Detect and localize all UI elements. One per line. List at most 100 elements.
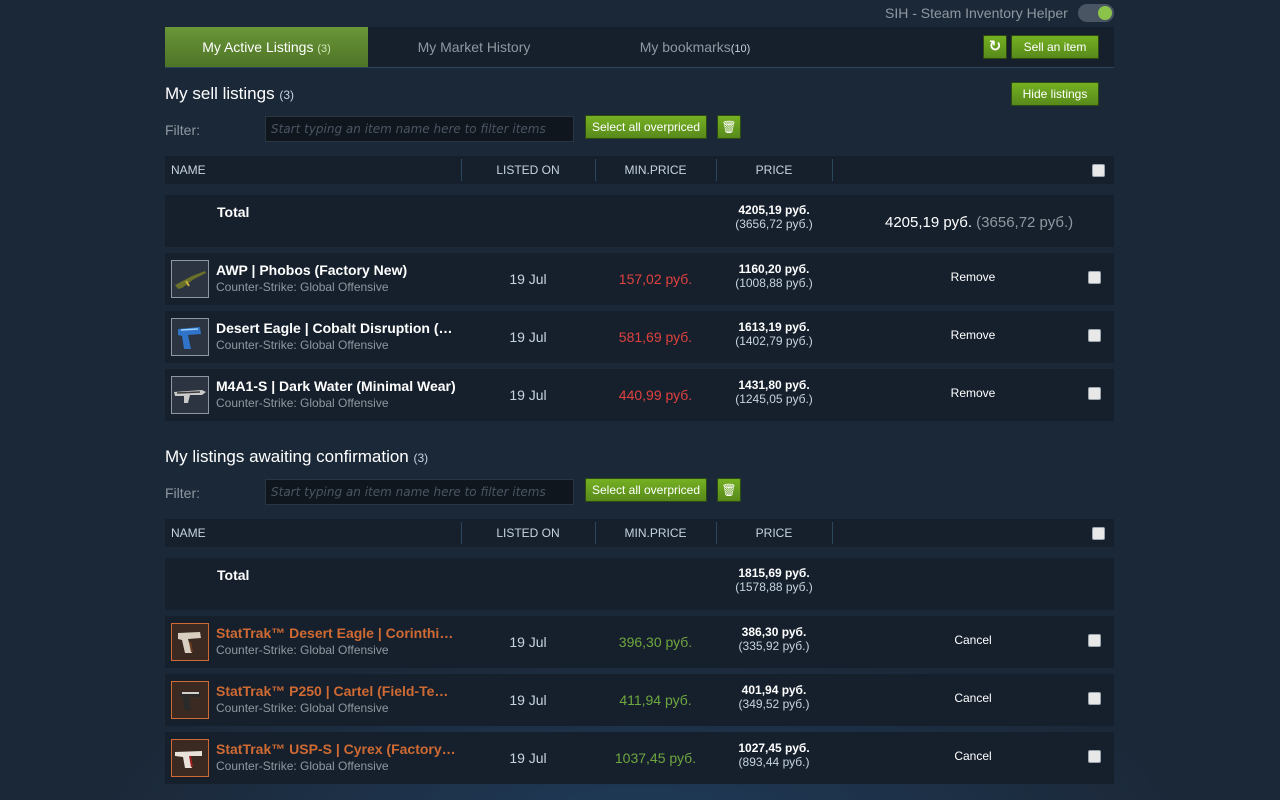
remove-button[interactable]: Remove — [925, 328, 1021, 342]
total-price-sub: (1578,88 руб.) — [735, 580, 813, 594]
tab-active-listings[interactable]: My Active Listings (3) — [165, 27, 368, 67]
row-checkbox[interactable] — [1088, 271, 1101, 284]
p250-icon — [180, 692, 200, 710]
toggle-knob — [1098, 6, 1112, 20]
listing-row: StatTrak™ Desert Eagle | Corinthian (Fie… — [165, 616, 1114, 668]
item-thumbnail[interactable] — [171, 681, 209, 719]
tab-market-history[interactable]: My Market History — [374, 27, 574, 67]
sell-section-title: My sell listings (3) — [165, 84, 294, 104]
listing-row: M4A1-S | Dark Water (Minimal Wear) Count… — [165, 369, 1114, 421]
min-price: 581,69 руб. — [618, 329, 693, 345]
item-name[interactable]: StatTrak™ P250 | Cartel (Field-Tested) — [216, 683, 456, 699]
section-count: (3) — [279, 88, 294, 102]
confirm-table-header: NAME LISTED ON MIN.PRICE PRICE — [165, 519, 1114, 547]
listing-row: StatTrak™ USP-S | Cyrex (Factory New) Co… — [165, 732, 1114, 784]
total-label: Total — [217, 204, 250, 220]
select-overpriced-button[interactable]: Select all overpriced — [585, 115, 707, 139]
total-row: Total 4205,19 руб. (3656,72 руб.) 4205,1… — [165, 195, 1114, 247]
tab-label: My Market History — [417, 39, 531, 55]
cancel-button[interactable]: Cancel — [925, 633, 1021, 647]
cancel-button[interactable]: Cancel — [925, 691, 1021, 705]
item-name[interactable]: Desert Eagle | Cobalt Disruption (Factor… — [216, 320, 456, 336]
listing-row: AWP | Phobos (Factory New) Counter-Strik… — [165, 253, 1114, 305]
total-summary-sub: (3656,72 руб.) — [976, 214, 1074, 231]
min-price: 1037,45 руб. — [614, 750, 697, 766]
min-price: 411,94 руб. — [619, 692, 692, 708]
tab-count: (10) — [730, 43, 751, 55]
listed-date: 19 Jul — [509, 634, 547, 650]
sih-label: SIH - Steam Inventory Helper — [885, 5, 1068, 21]
sih-toggle[interactable] — [1078, 4, 1114, 22]
listing-row: Desert Eagle | Cobalt Disruption (Factor… — [165, 311, 1114, 363]
total-price-sub: (3656,72 руб.) — [735, 217, 813, 231]
row-checkbox[interactable] — [1088, 329, 1101, 342]
listed-date: 19 Jul — [509, 271, 547, 287]
trash-icon: 🗑 — [721, 483, 737, 497]
desert-eagle-icon — [178, 632, 201, 653]
item-game: Counter-Strike: Global Offensive — [216, 280, 389, 294]
confirm-filter-input[interactable] — [265, 479, 574, 505]
listed-date: 19 Jul — [509, 329, 547, 345]
section-title-text: My listings awaiting confirmation — [165, 447, 409, 466]
sell-filter-input[interactable] — [265, 116, 574, 142]
col-price: PRICE — [755, 163, 793, 177]
item-price: 1613,19 руб. — [738, 320, 810, 334]
total-price: 1815,69 руб. — [738, 566, 810, 580]
total-price: 4205,19 руб. — [738, 203, 810, 217]
listing-row: StatTrak™ P250 | Cartel (Field-Tested) C… — [165, 674, 1114, 726]
row-checkbox[interactable] — [1088, 634, 1101, 647]
item-thumbnail[interactable] — [171, 318, 209, 356]
hide-listings-button[interactable]: Hide listings — [1011, 82, 1099, 106]
select-all-checkbox[interactable] — [1092, 164, 1105, 177]
item-game: Counter-Strike: Global Offensive — [216, 643, 389, 657]
item-game: Counter-Strike: Global Offensive — [216, 701, 389, 715]
refresh-button[interactable]: ↻ — [983, 35, 1007, 59]
item-game: Counter-Strike: Global Offensive — [216, 338, 389, 352]
item-name[interactable]: AWP | Phobos (Factory New) — [216, 262, 456, 278]
col-name: NAME — [171, 163, 206, 177]
awp-icon — [175, 271, 206, 289]
item-price: 1027,45 руб. — [738, 741, 810, 755]
item-price: 386,30 руб. — [741, 625, 807, 639]
select-all-checkbox[interactable] — [1092, 527, 1105, 540]
item-name[interactable]: StatTrak™ Desert Eagle | Corinthian (Fie… — [216, 625, 456, 641]
row-checkbox[interactable] — [1088, 692, 1101, 705]
tab-bookmarks[interactable]: My bookmarks(10) — [595, 27, 795, 67]
item-thumbnail[interactable] — [171, 376, 209, 414]
item-price: 1160,20 руб. — [738, 262, 810, 276]
item-thumbnail[interactable] — [171, 260, 209, 298]
remove-button[interactable]: Remove — [925, 270, 1021, 284]
item-name[interactable]: StatTrak™ USP-S | Cyrex (Factory New) — [216, 741, 456, 757]
item-thumbnail[interactable] — [171, 739, 209, 777]
usp-s-icon — [175, 751, 202, 768]
total-row: Total 1815,69 руб. (1578,88 руб.) — [165, 558, 1114, 610]
m4a1s-icon — [174, 390, 206, 403]
tab-label: My Active Listings — [202, 39, 314, 55]
section-count: (3) — [413, 451, 429, 465]
col-min-price: MIN.PRICE — [624, 526, 687, 540]
item-price-sub: (893,44 руб.) — [738, 755, 810, 769]
sell-item-button[interactable]: Sell an item — [1011, 35, 1099, 59]
total-summary-main: 4205,19 руб. — [885, 214, 972, 231]
confirm-section-title: My listings awaiting confirmation (3) — [165, 447, 428, 467]
col-price: PRICE — [755, 526, 793, 540]
total-summary: 4205,19 руб. (3656,72 руб.) — [885, 214, 1073, 231]
remove-button[interactable]: Remove — [925, 386, 1021, 400]
row-checkbox[interactable] — [1088, 387, 1101, 400]
refresh-icon: ↻ — [988, 38, 1002, 55]
trash-icon: 🗑 — [721, 120, 737, 134]
tab-count: (3) — [317, 43, 331, 55]
cancel-button[interactable]: Cancel — [925, 749, 1021, 763]
col-min-price: MIN.PRICE — [624, 163, 687, 177]
item-price: 1431,80 руб. — [738, 378, 810, 392]
item-name[interactable]: M4A1-S | Dark Water (Minimal Wear) — [216, 378, 456, 394]
item-price-sub: (1008,88 руб.) — [735, 276, 813, 290]
row-checkbox[interactable] — [1088, 750, 1101, 763]
select-overpriced-button[interactable]: Select all overpriced — [585, 478, 707, 502]
delete-selected-button[interactable]: 🗑 — [717, 478, 741, 502]
filter-label: Filter: — [165, 122, 200, 138]
delete-selected-button[interactable]: 🗑 — [717, 115, 741, 139]
filter-label: Filter: — [165, 485, 200, 501]
desert-eagle-icon — [178, 327, 201, 349]
item-thumbnail[interactable] — [171, 623, 209, 661]
